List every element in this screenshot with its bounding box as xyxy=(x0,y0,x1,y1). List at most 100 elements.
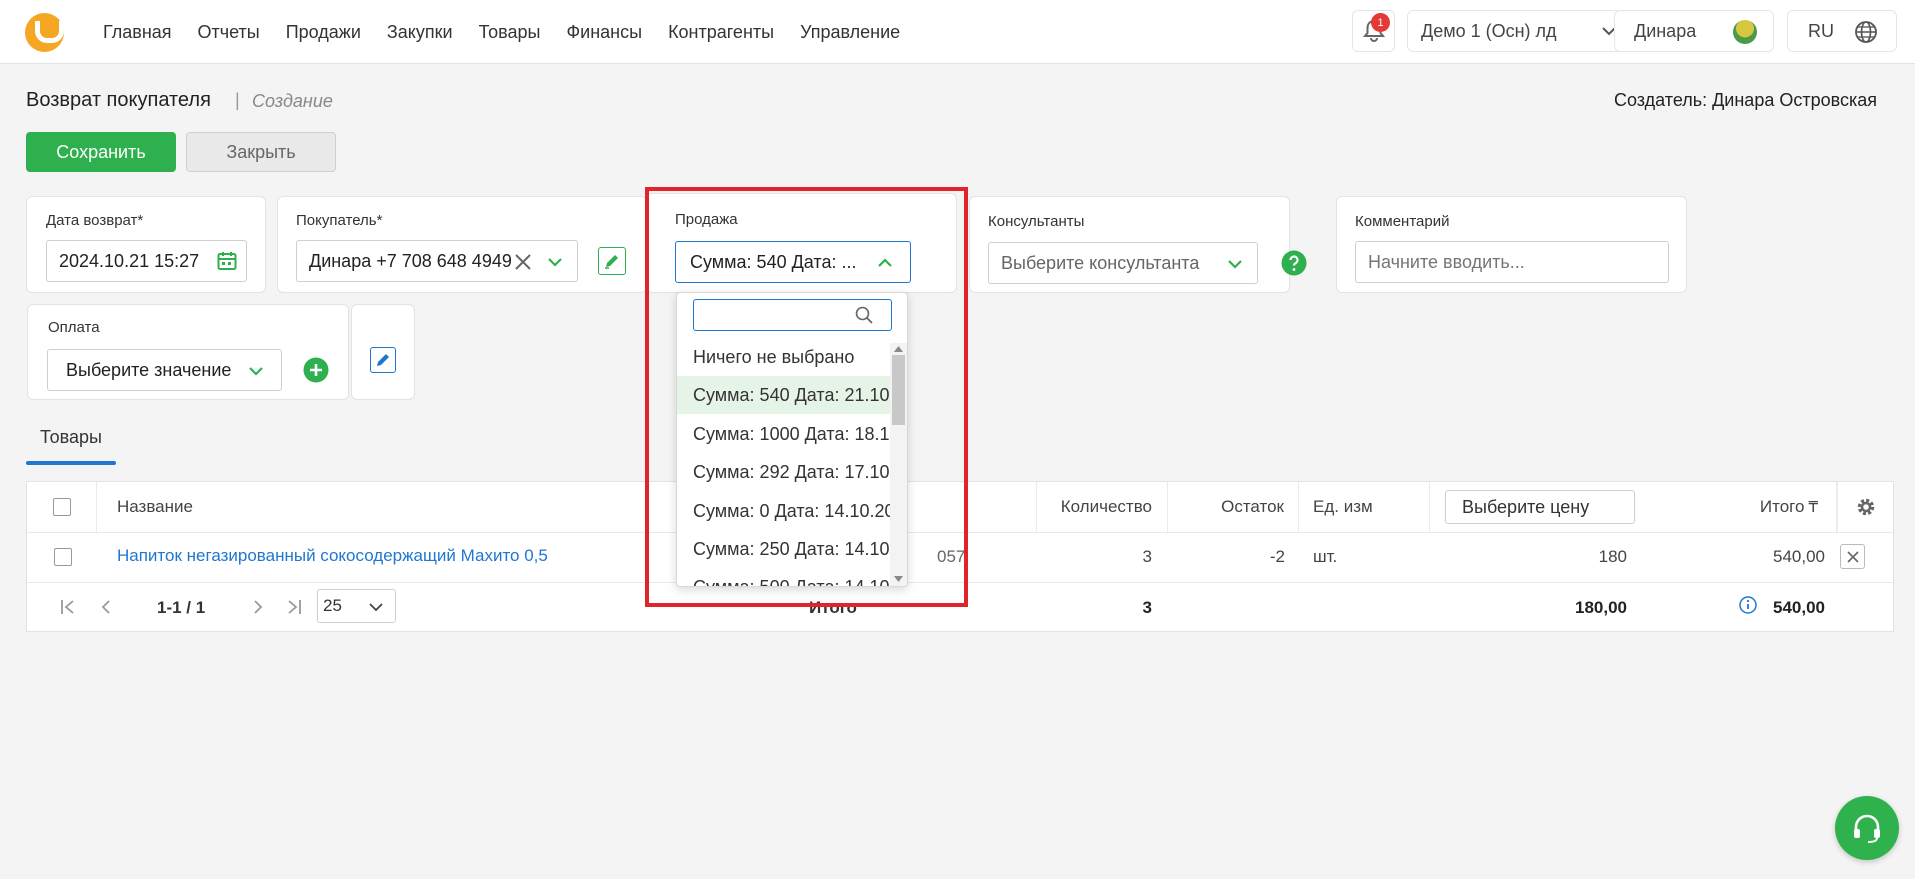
return-date-card: Дата возврат* 2024.10.21 15:27 xyxy=(26,196,266,293)
quantity-header-text: Количество xyxy=(1060,497,1152,516)
first-page-icon[interactable] xyxy=(59,598,77,616)
column-settings-header xyxy=(1837,482,1893,532)
user-menu-button[interactable]: Динара xyxy=(1614,10,1774,52)
select-all-checkbox[interactable] xyxy=(52,498,71,516)
payment-label: Оплата xyxy=(48,319,100,336)
last-page-icon[interactable] xyxy=(285,598,303,616)
comment-card: Комментарий xyxy=(1336,196,1687,293)
consultants-label: Консультанты xyxy=(988,213,1085,230)
edit-payment-card xyxy=(351,304,415,400)
nav-item-home[interactable]: Главная xyxy=(103,22,172,43)
save-button[interactable]: Сохранить xyxy=(26,132,176,172)
payment-placeholder: Выберите значение xyxy=(66,359,232,380)
creator-info: Создатель: Динара Островская xyxy=(1614,90,1877,110)
add-payment-icon[interactable] xyxy=(303,357,329,383)
pencil-icon xyxy=(605,255,618,269)
nav-item-reports[interactable]: Отчеты xyxy=(198,22,260,43)
footer-total-price: 180,00 xyxy=(1575,598,1627,617)
page-title: Возврат покупателя xyxy=(26,89,211,111)
comment-label: Комментарий xyxy=(1355,213,1450,230)
page-size-value: 25 xyxy=(323,596,342,615)
payment-select[interactable]: Выберите значение xyxy=(47,349,282,391)
column-header-price: Выберите цену xyxy=(1430,482,1635,532)
language-selector[interactable]: RU xyxy=(1787,10,1897,52)
page-size-select[interactable]: 25 xyxy=(317,589,396,623)
row-unit: шт. xyxy=(1313,547,1338,566)
column-header-total[interactable]: Итого ₸ xyxy=(1630,482,1837,532)
nav-item-counterparties[interactable]: Контрагенты xyxy=(668,22,774,43)
highlight-frame xyxy=(645,187,968,607)
store-name: Демо 1 (Осн) лд xyxy=(1421,20,1557,41)
select-all-header xyxy=(27,482,97,532)
unit-header-text: Ед. изм xyxy=(1313,497,1373,516)
column-header-unit[interactable]: Ед. изм xyxy=(1299,482,1430,532)
notification-badge: 1 xyxy=(1371,13,1390,32)
return-date-value: 2024.10.21 15:27 xyxy=(59,250,200,271)
row-price: 180 xyxy=(1598,547,1627,566)
row-remainder: -2 xyxy=(1269,547,1285,566)
consultants-select[interactable]: Выберите консультанта xyxy=(988,242,1258,284)
chevron-down-icon xyxy=(369,603,383,612)
buyer-label: Покупатель* xyxy=(296,212,383,229)
chevron-down-icon[interactable] xyxy=(247,362,265,380)
calendar-icon[interactable] xyxy=(217,251,237,271)
total-header-text: Итого xyxy=(1759,497,1805,516)
tenge-icon: ₸ xyxy=(1808,499,1818,516)
language-code: RU xyxy=(1808,20,1834,41)
help-icon[interactable] xyxy=(1281,250,1307,276)
globe-icon xyxy=(1855,21,1877,43)
pagination-info: 1-1 / 1 xyxy=(157,598,206,617)
nav-item-management[interactable]: Управление xyxy=(800,22,900,43)
product-name-link[interactable]: Напиток негазированный сокосодержащий Ма… xyxy=(117,546,548,566)
active-tab-indicator xyxy=(26,461,116,465)
headset-icon xyxy=(1854,814,1880,843)
return-date-label: Дата возврат* xyxy=(46,212,144,229)
top-navigation-bar: Главная Отчеты Продажи Закупки Товары Фи… xyxy=(0,0,1915,64)
user-name: Динара xyxy=(1634,20,1697,41)
edit-payment-button[interactable] xyxy=(370,347,396,373)
nav-item-finance[interactable]: Финансы xyxy=(566,22,642,43)
store-selector[interactable]: Демо 1 (Осн) лд xyxy=(1407,10,1633,52)
buyer-card: Покупатель* Динара +7 708 648 4949 xyxy=(277,196,647,293)
page-subtitle: Создание xyxy=(252,91,333,111)
price-type-placeholder: Выберите цену xyxy=(1462,496,1590,517)
row-total: 540,00 xyxy=(1773,547,1825,566)
return-date-field[interactable]: 2024.10.21 15:27 xyxy=(46,240,247,282)
close-icon xyxy=(1846,550,1859,563)
payment-card: Оплата Выберите значение xyxy=(27,304,349,400)
remove-row-button[interactable] xyxy=(1840,544,1865,569)
nav-item-purchases[interactable]: Закупки xyxy=(387,22,453,43)
clear-icon[interactable] xyxy=(514,253,532,271)
consultants-card: Консультанты Выберите консультанта xyxy=(969,196,1290,293)
notifications-button[interactable]: 1 xyxy=(1352,10,1395,52)
row-quantity: 3 xyxy=(1142,547,1152,566)
support-button[interactable] xyxy=(1835,796,1899,860)
pencil-icon xyxy=(377,354,389,366)
chevron-down-icon[interactable] xyxy=(546,253,564,271)
consultants-placeholder: Выберите консультанта xyxy=(1001,252,1200,273)
column-header-quantity[interactable]: Количество xyxy=(1037,482,1168,532)
buyer-select[interactable]: Динара +7 708 648 4949 xyxy=(296,240,578,282)
nav-item-goods[interactable]: Товары xyxy=(479,22,541,43)
remainder-header-text: Остаток xyxy=(1221,497,1284,516)
app-logo[interactable] xyxy=(25,13,64,52)
comment-input[interactable] xyxy=(1355,241,1669,283)
avatar xyxy=(1733,20,1757,44)
buyer-value: Динара +7 708 648 4949 xyxy=(309,250,512,271)
gear-icon[interactable] xyxy=(1855,496,1877,518)
price-type-select[interactable]: Выберите цену xyxy=(1445,490,1635,524)
tab-goods[interactable]: Товары xyxy=(26,427,116,448)
name-header-text: Название xyxy=(117,497,193,516)
footer-total-quantity: 3 xyxy=(1142,598,1152,617)
main-nav: Главная Отчеты Продажи Закупки Товары Фи… xyxy=(103,22,926,43)
prev-page-icon[interactable] xyxy=(97,598,115,616)
footer-total-sum: 540,00 xyxy=(1773,598,1825,617)
chevron-down-icon[interactable] xyxy=(1226,255,1244,273)
row-checkbox[interactable] xyxy=(54,548,72,566)
edit-buyer-button[interactable] xyxy=(598,247,626,275)
close-button[interactable]: Закрыть xyxy=(186,132,336,172)
column-header-remainder[interactable]: Остаток xyxy=(1168,482,1299,532)
next-page-icon[interactable] xyxy=(249,598,267,616)
title-separator: | xyxy=(235,90,240,110)
nav-item-sales[interactable]: Продажи xyxy=(286,22,361,43)
